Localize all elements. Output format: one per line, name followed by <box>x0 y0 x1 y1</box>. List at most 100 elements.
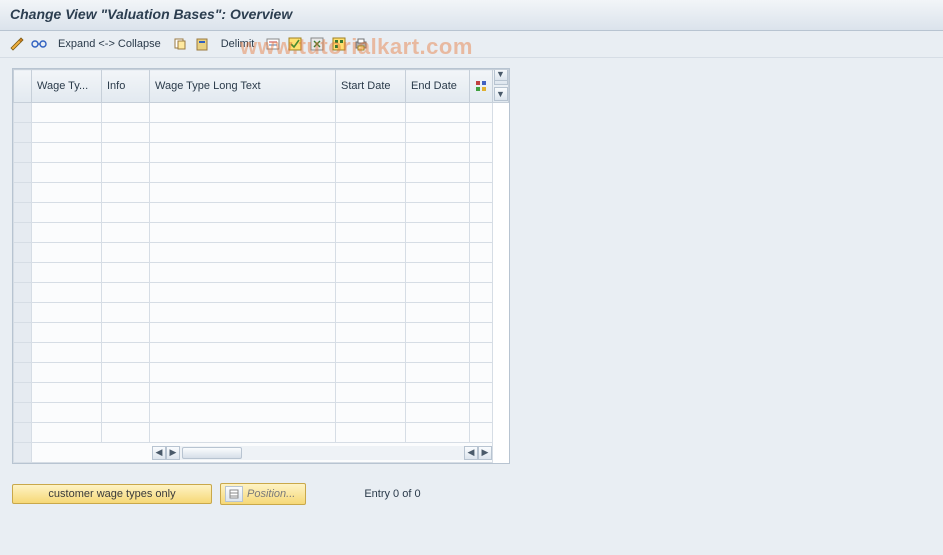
table-row[interactable] <box>14 383 509 403</box>
cell[interactable] <box>336 383 406 403</box>
cell[interactable] <box>150 403 336 423</box>
cell[interactable] <box>406 163 470 183</box>
table-row[interactable] <box>14 303 509 323</box>
cell[interactable] <box>406 363 470 383</box>
table-row[interactable] <box>14 123 509 143</box>
cell[interactable] <box>102 163 150 183</box>
row-selector[interactable] <box>14 283 32 303</box>
col-info[interactable]: Info <box>102 70 150 103</box>
cell[interactable] <box>32 143 102 163</box>
scroll-down-icon[interactable]: ▼ <box>494 87 508 101</box>
cell[interactable] <box>32 163 102 183</box>
cell[interactable] <box>150 103 336 123</box>
cell[interactable] <box>336 343 406 363</box>
cell[interactable] <box>336 303 406 323</box>
cell[interactable] <box>102 343 150 363</box>
cell[interactable] <box>150 343 336 363</box>
col-wage-type-long-text[interactable]: Wage Type Long Text <box>150 70 336 103</box>
cell[interactable] <box>150 263 336 283</box>
cell[interactable] <box>32 243 102 263</box>
table-row[interactable] <box>14 323 509 343</box>
cell[interactable] <box>406 243 470 263</box>
row-selector[interactable] <box>14 383 32 403</box>
cell[interactable] <box>406 263 470 283</box>
table-row[interactable] <box>14 423 509 443</box>
cell[interactable] <box>150 203 336 223</box>
expand-collapse-button[interactable]: Expand <-> Collapse <box>52 36 167 52</box>
cell[interactable] <box>32 183 102 203</box>
cell[interactable] <box>336 243 406 263</box>
table-row[interactable] <box>14 223 509 243</box>
cell[interactable] <box>406 223 470 243</box>
cell[interactable] <box>32 363 102 383</box>
cell[interactable] <box>150 283 336 303</box>
position-button[interactable]: Position... <box>220 483 306 505</box>
config-icon[interactable] <box>330 35 348 53</box>
cell[interactable] <box>32 323 102 343</box>
scroll-left-step-icon[interactable]: ◀ <box>464 446 478 460</box>
cell[interactable] <box>102 263 150 283</box>
cell[interactable] <box>150 123 336 143</box>
cell[interactable] <box>102 283 150 303</box>
cell[interactable] <box>406 103 470 123</box>
cell[interactable] <box>102 383 150 403</box>
cell[interactable] <box>406 383 470 403</box>
cell[interactable] <box>336 323 406 343</box>
cell[interactable] <box>336 263 406 283</box>
cell[interactable] <box>406 123 470 143</box>
cell[interactable] <box>336 103 406 123</box>
row-selector[interactable] <box>14 163 32 183</box>
cell[interactable] <box>102 363 150 383</box>
cell[interactable] <box>406 283 470 303</box>
row-selector[interactable] <box>14 323 32 343</box>
cell[interactable] <box>102 203 150 223</box>
cell[interactable] <box>102 423 150 443</box>
table-row[interactable] <box>14 143 509 163</box>
cell[interactable] <box>336 183 406 203</box>
cell[interactable] <box>336 203 406 223</box>
cell[interactable] <box>336 403 406 423</box>
cell[interactable] <box>102 403 150 423</box>
deselect-all-icon[interactable] <box>308 35 326 53</box>
scroll-right-step-icon[interactable]: ▶ <box>166 446 180 460</box>
row-selector[interactable] <box>14 123 32 143</box>
change-icon[interactable] <box>8 35 26 53</box>
row-selector[interactable] <box>14 343 32 363</box>
cell[interactable] <box>32 283 102 303</box>
cell[interactable] <box>32 103 102 123</box>
cell[interactable] <box>102 183 150 203</box>
cell[interactable] <box>336 363 406 383</box>
cell[interactable] <box>336 143 406 163</box>
row-selector[interactable] <box>14 303 32 323</box>
scroll-right-end-icon[interactable]: ▶ <box>478 446 492 460</box>
cell[interactable] <box>336 123 406 143</box>
cell[interactable] <box>150 423 336 443</box>
cell[interactable] <box>150 223 336 243</box>
cell[interactable] <box>150 323 336 343</box>
cell[interactable] <box>32 223 102 243</box>
select-all-col[interactable] <box>14 70 32 103</box>
row-selector[interactable] <box>14 243 32 263</box>
cell[interactable] <box>406 183 470 203</box>
scroll-left-end-icon[interactable]: ◀ <box>152 446 166 460</box>
cell[interactable] <box>150 163 336 183</box>
cell[interactable] <box>32 263 102 283</box>
cell[interactable] <box>406 303 470 323</box>
row-selector[interactable] <box>14 263 32 283</box>
table-settings-icon[interactable] <box>470 70 493 103</box>
cell[interactable] <box>32 403 102 423</box>
customer-wage-types-button[interactable]: customer wage types only <box>12 484 212 504</box>
col-end-date[interactable]: End Date <box>406 70 470 103</box>
print-icon[interactable] <box>352 35 370 53</box>
cell[interactable] <box>150 363 336 383</box>
variable-list-icon[interactable] <box>264 35 282 53</box>
table-row[interactable] <box>14 163 509 183</box>
cell[interactable] <box>32 303 102 323</box>
cell[interactable] <box>150 303 336 323</box>
cell[interactable] <box>102 323 150 343</box>
cell[interactable] <box>406 323 470 343</box>
cell[interactable] <box>406 203 470 223</box>
table-row[interactable] <box>14 243 509 263</box>
cell[interactable] <box>102 243 150 263</box>
cell[interactable] <box>150 383 336 403</box>
